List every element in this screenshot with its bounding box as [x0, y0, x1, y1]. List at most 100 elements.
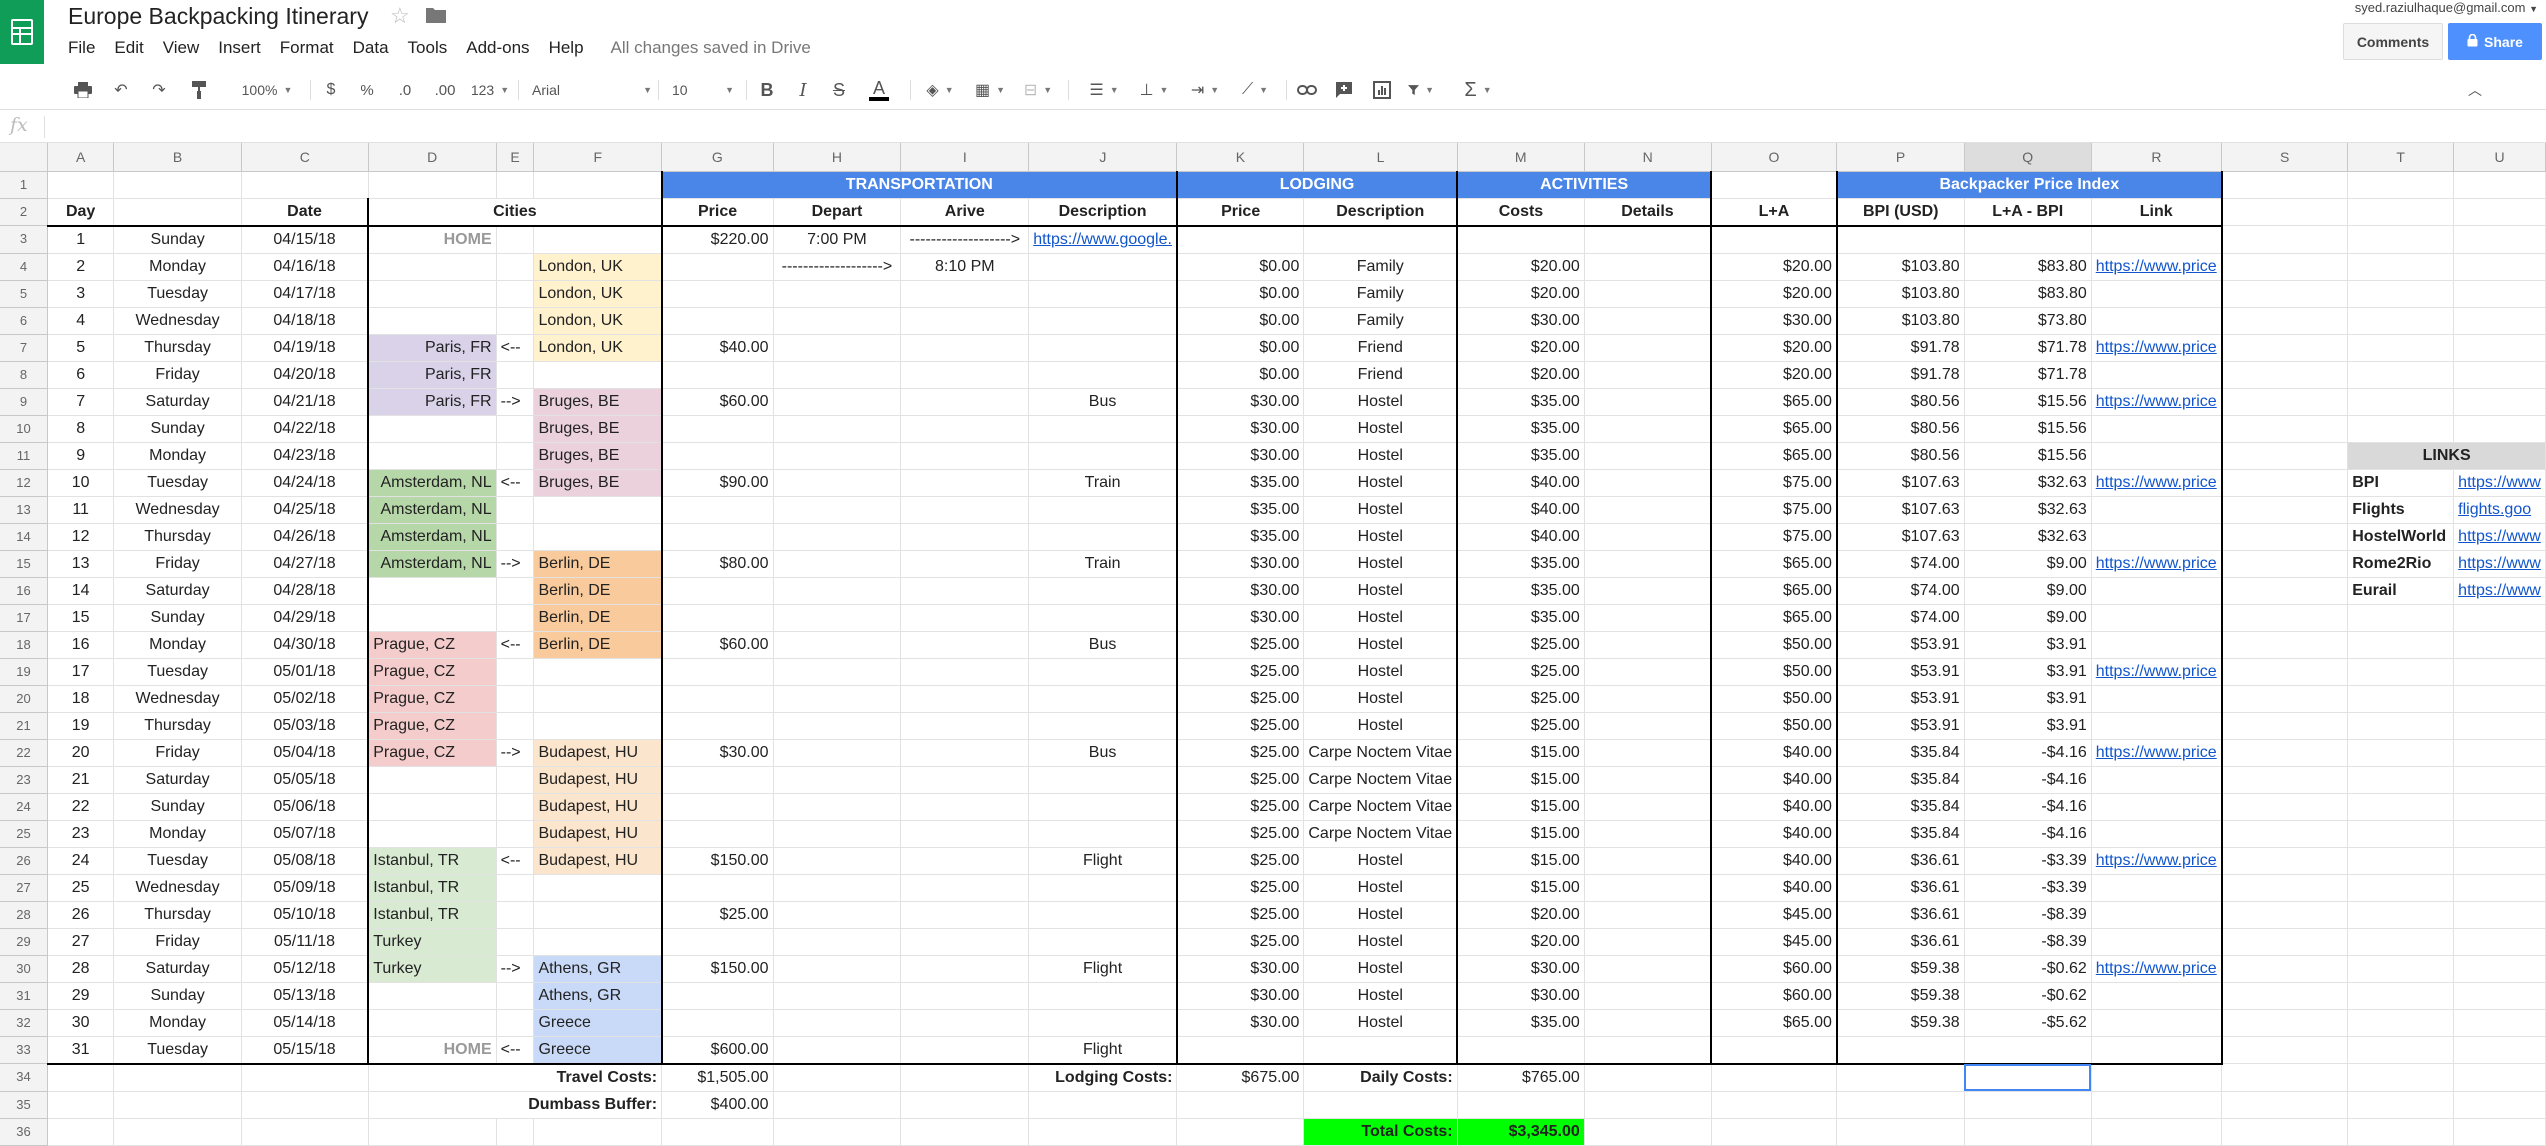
city-from[interactable]: Istanbul, TR [367, 874, 497, 902]
link-name[interactable]: Eurail [2347, 577, 2455, 605]
empty-cell[interactable] [1836, 1063, 1965, 1092]
row-number[interactable]: 5 [0, 280, 48, 308]
city-to[interactable]: London, UK [533, 334, 663, 362]
depart-time[interactable] [773, 307, 902, 335]
empty-cell[interactable] [113, 171, 242, 199]
bpi-usd[interactable]: $80.56 [1835, 442, 1965, 470]
city-to[interactable]: Berlin, DE [533, 550, 663, 578]
la-total[interactable]: $65.00 [1710, 442, 1838, 470]
column-header-l[interactable]: L [1303, 143, 1458, 172]
empty-cell[interactable] [1028, 1118, 1178, 1146]
empty-cell[interactable] [2347, 631, 2455, 659]
price-link[interactable] [2091, 685, 2223, 713]
empty-cell[interactable] [2347, 793, 2455, 821]
depart-time[interactable]: -------------------> [773, 253, 902, 281]
city-arrow[interactable] [496, 415, 535, 443]
transport-price[interactable] [660, 658, 774, 686]
lodging-description[interactable]: Friend [1303, 361, 1458, 389]
empty-cell[interactable] [47, 171, 115, 199]
la-total[interactable]: $65.00 [1710, 604, 1838, 632]
transport-price[interactable]: $60.00 [660, 388, 774, 416]
la-total[interactable]: $65.00 [1710, 388, 1838, 416]
activity-details[interactable] [1584, 253, 1712, 281]
row-number[interactable]: 21 [0, 712, 48, 740]
activity-cost[interactable]: $25.00 [1456, 631, 1585, 659]
la-minus-bpi[interactable]: $83.80 [1964, 280, 2092, 308]
city-arrow[interactable] [496, 793, 535, 821]
la-total[interactable]: $20.00 [1710, 253, 1838, 281]
empty-cell[interactable] [2347, 820, 2455, 848]
empty-cell[interactable] [241, 1063, 369, 1092]
city-arrow[interactable] [496, 361, 535, 389]
arrive-time[interactable] [900, 820, 1030, 848]
empty-cell[interactable] [2453, 1091, 2546, 1119]
empty-cell[interactable] [2091, 1063, 2223, 1092]
activity-details[interactable] [1584, 685, 1712, 713]
more-formats-select[interactable]: 123 ▼ [468, 78, 512, 102]
date[interactable]: 04/30/18 [241, 631, 369, 659]
city-from[interactable] [367, 820, 497, 848]
price-link[interactable] [2091, 631, 2223, 659]
row-number[interactable]: 33 [0, 1036, 48, 1064]
city-arrow[interactable]: --> [496, 388, 535, 416]
city-from[interactable]: Paris, FR [367, 334, 497, 362]
empty-cell[interactable] [2453, 739, 2546, 767]
lodging-price[interactable]: $25.00 [1175, 712, 1305, 740]
empty-cell[interactable] [2221, 550, 2349, 578]
activity-cost[interactable]: $30.00 [1456, 955, 1585, 983]
depart-time[interactable] [773, 631, 902, 659]
row-number[interactable]: 19 [0, 658, 48, 686]
day-of-week[interactable]: Tuesday [113, 1036, 242, 1065]
la-minus-bpi[interactable]: $71.78 [1964, 361, 2092, 389]
arrive-time[interactable] [900, 550, 1030, 578]
day-of-week[interactable]: Monday [113, 253, 242, 281]
row-number[interactable]: 23 [0, 766, 48, 794]
arrive-time[interactable] [900, 523, 1030, 551]
la-minus-bpi[interactable]: $83.80 [1964, 253, 2092, 281]
date[interactable]: 04/17/18 [241, 280, 369, 308]
bpi-usd[interactable]: $80.56 [1835, 415, 1965, 443]
empty-cell[interactable] [2347, 1091, 2455, 1119]
depart-time[interactable] [773, 442, 902, 470]
day-number[interactable]: 20 [47, 739, 115, 767]
row-number[interactable]: 20 [0, 685, 48, 713]
price-link[interactable]: https://www.price [2091, 469, 2223, 497]
activity-cost[interactable]: $15.00 [1456, 847, 1585, 875]
arrive-time[interactable] [900, 874, 1030, 902]
row-number[interactable]: 4 [0, 253, 48, 281]
lodging-price[interactable]: $25.00 [1175, 847, 1305, 875]
arrive-time[interactable] [900, 982, 1030, 1010]
arrive-time[interactable] [900, 1009, 1030, 1037]
header-bpi-title[interactable]: Backpacker Price Index [1835, 171, 2223, 199]
depart-time[interactable] [773, 550, 902, 578]
header-link[interactable]: Link [2091, 198, 2223, 227]
merge-cells-icon[interactable]: ⊟ ▼ [1018, 78, 1058, 102]
lodging-description[interactable]: Hostel [1303, 847, 1458, 875]
currency-format-button[interactable]: $ [320, 78, 342, 102]
depart-time[interactable] [773, 280, 902, 308]
la-minus-bpi[interactable]: $9.00 [1964, 604, 2092, 632]
day-number[interactable]: 26 [47, 901, 115, 929]
row-number[interactable]: 26 [0, 847, 48, 875]
activity-details[interactable] [1584, 874, 1712, 902]
empty-cell[interactable] [2347, 739, 2455, 767]
price-link[interactable] [2091, 307, 2223, 335]
lodging-description[interactable]: Family [1303, 307, 1458, 335]
date[interactable]: 04/19/18 [241, 334, 369, 362]
empty-cell[interactable] [2453, 307, 2546, 335]
date[interactable]: 05/05/18 [241, 766, 369, 794]
lodging-price[interactable]: $35.00 [1175, 469, 1305, 497]
empty-cell[interactable] [1584, 1118, 1712, 1146]
empty-cell[interactable] [2347, 901, 2455, 929]
row-number[interactable]: 32 [0, 1009, 48, 1037]
lodging-price[interactable]: $30.00 [1175, 1009, 1305, 1037]
arrive-time[interactable] [900, 604, 1030, 632]
arrive-time[interactable] [900, 1036, 1030, 1065]
day-of-week[interactable]: Sunday [113, 793, 242, 821]
transport-price[interactable]: $40.00 [660, 334, 774, 362]
city-from[interactable]: HOME [367, 225, 497, 254]
lodging-price[interactable]: $25.00 [1175, 631, 1305, 659]
lodging-description[interactable]: Hostel [1303, 388, 1458, 416]
activity-cost[interactable]: $15.00 [1456, 739, 1585, 767]
transport-description[interactable] [1028, 1009, 1178, 1037]
